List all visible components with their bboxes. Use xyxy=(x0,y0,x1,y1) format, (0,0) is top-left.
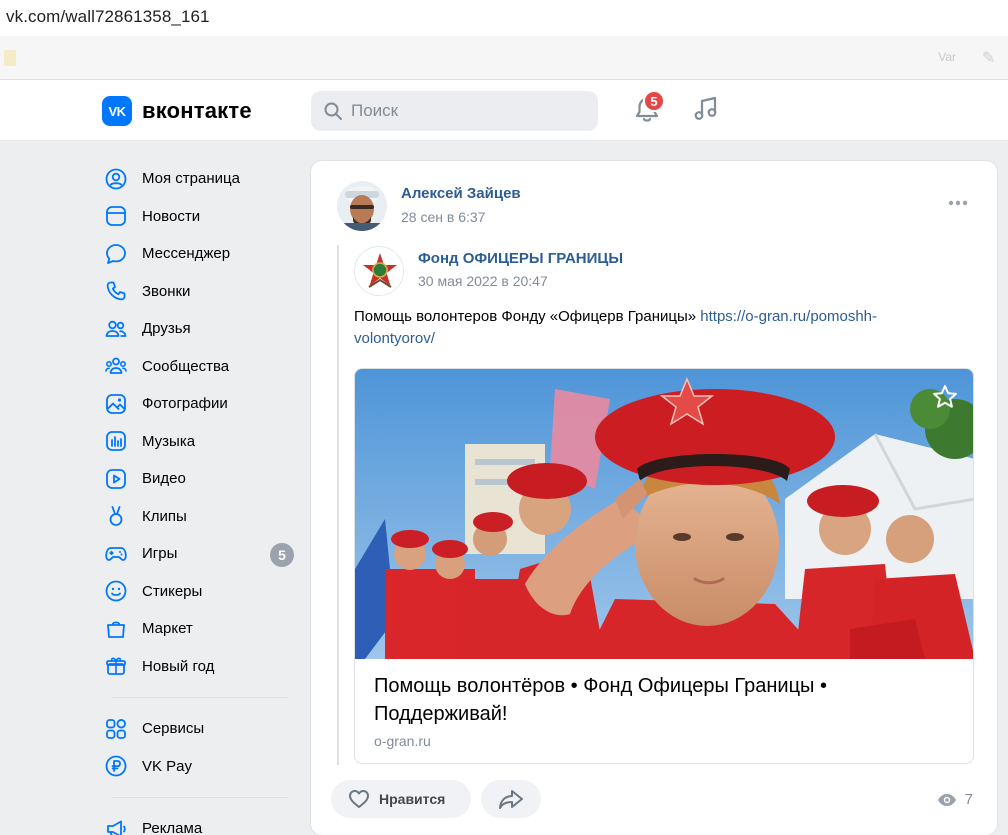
sidebar-item-label: VK Pay xyxy=(142,757,193,775)
search-icon xyxy=(324,102,342,120)
url-text[interactable]: vk.com/wall72861358_161 xyxy=(6,7,210,27)
sidebar-item-clips[interactable]: Клипы xyxy=(100,498,296,536)
user-circle-icon xyxy=(105,168,127,190)
services-icon xyxy=(106,718,126,739)
heart-icon xyxy=(349,790,369,808)
search-box[interactable] xyxy=(311,91,598,131)
sidebar-divider xyxy=(112,797,288,798)
sidebar-divider xyxy=(112,697,288,698)
left-sidebar-menu: Моя страница Новости Мессенджер Звонки Д… xyxy=(100,160,296,835)
sidebar-item-new-year[interactable]: Новый год xyxy=(100,648,296,686)
sidebar-item-my-page[interactable]: Моя страница xyxy=(100,160,296,198)
bookmark-star-icon[interactable] xyxy=(931,383,959,411)
share-arrow-icon xyxy=(499,790,523,809)
stickers-icon xyxy=(105,580,127,602)
megaphone-icon xyxy=(107,820,126,835)
author-avatar[interactable] xyxy=(337,181,387,231)
views-counter: 7 xyxy=(937,791,973,808)
repost-indicator-line xyxy=(337,245,339,765)
sidebar-item-label: Новости xyxy=(142,207,201,225)
views-count: 7 xyxy=(964,791,973,808)
attachment-domain: o-gran.ru xyxy=(374,733,431,749)
link-attachment-card[interactable]: Помощь волонтёров • Фонд Офицеры Границы… xyxy=(354,368,974,764)
music-player-icon[interactable] xyxy=(692,95,720,123)
video-icon xyxy=(106,468,126,489)
clips-icon xyxy=(109,506,123,527)
sidebar-item-label: Звонки xyxy=(142,282,191,300)
notifications-badge: 5 xyxy=(643,90,665,112)
sidebar-item-label: Моя страница xyxy=(142,170,240,188)
vkpay-icon xyxy=(105,755,127,777)
sidebar-item-stickers[interactable]: Стикеры xyxy=(100,573,296,611)
group-name-link[interactable]: Фонд ОФИЦЕРЫ ГРАНИЦЫ xyxy=(418,250,623,267)
sidebar-item-friends[interactable]: Друзья xyxy=(100,310,296,348)
author-name-link[interactable]: Алексей Зайцев xyxy=(401,185,521,202)
sidebar-item-photos[interactable]: Фотографии xyxy=(100,385,296,423)
vk-logo-text: вконтакте xyxy=(142,98,252,123)
more-options-icon[interactable] xyxy=(947,199,969,207)
photos-icon xyxy=(106,393,126,414)
gift-icon xyxy=(106,657,126,676)
sidebar-item-label: Игры xyxy=(142,545,178,563)
sidebar-item-music[interactable]: Музыка xyxy=(100,423,296,461)
attachment-title[interactable]: Помощь волонтёров • Фонд Офицеры Границы… xyxy=(374,672,954,728)
vk-logo[interactable]: VK вконтакте xyxy=(102,96,252,126)
sidebar-item-vkpay[interactable]: VK Pay xyxy=(100,748,296,786)
news-icon xyxy=(106,206,126,227)
post-text: Помощь волонтеров Фонду «Офицерв Границы… xyxy=(354,306,954,350)
browser-bookmarks-bar: Var ✎ xyxy=(0,36,1008,80)
sidebar-item-label: Сообщества xyxy=(142,357,230,375)
games-count-badge: 5 xyxy=(270,543,294,567)
sidebar-item-news[interactable]: Новости xyxy=(100,198,296,236)
vk-header: VK вконтакте 5 xyxy=(0,80,1008,141)
bookmark-folder-icon[interactable] xyxy=(4,50,16,66)
attachment-photo-cadets[interactable] xyxy=(355,369,974,659)
author-avatar-image xyxy=(337,181,387,231)
like-button[interactable]: Нравится xyxy=(331,780,471,818)
repost-date[interactable]: 30 мая 2022 в 20:47 xyxy=(418,273,548,289)
music-icon xyxy=(106,431,126,452)
vk-logo-icon: VK xyxy=(102,96,132,126)
market-icon xyxy=(107,621,125,638)
sidebar-item-label: Друзья xyxy=(142,320,191,338)
sidebar-item-label: Видео xyxy=(142,470,186,488)
search-input[interactable] xyxy=(351,101,591,121)
group-emblem-icon xyxy=(355,247,403,295)
message-icon xyxy=(106,243,126,264)
share-button[interactable] xyxy=(481,780,541,818)
sidebar-item-label: Фотографии xyxy=(142,395,228,413)
post-text-body: Помощь волонтеров Фонду «Офицерв Границы… xyxy=(354,308,701,325)
sidebar-item-services[interactable]: Сервисы xyxy=(100,710,296,748)
like-label: Нравится xyxy=(379,791,446,807)
bookmark-faint-label[interactable]: Var xyxy=(938,50,956,64)
sidebar-item-messenger[interactable]: Мессенджер xyxy=(100,235,296,273)
eye-icon xyxy=(937,793,956,806)
sidebar-item-label: Новый год xyxy=(142,657,215,675)
post-date[interactable]: 28 сен в 6:37 xyxy=(401,209,485,225)
sidebar-item-calls[interactable]: Звонки xyxy=(100,273,296,311)
sidebar-item-ads[interactable]: Реклама xyxy=(100,810,296,835)
sidebar-item-market[interactable]: Маркет xyxy=(100,610,296,648)
sidebar-item-label: Мессенджер xyxy=(142,245,231,263)
browser-address-bar[interactable]: vk.com/wall72861358_161 xyxy=(0,0,1008,36)
sidebar-item-games[interactable]: Игры 5 xyxy=(100,535,296,573)
edit-icon[interactable]: ✎ xyxy=(982,48,996,67)
sidebar-item-label: Реклама xyxy=(142,820,203,835)
wall-post-card: Алексей Зайцев 28 сен в 6:37 Фонд ОФИЦЕР… xyxy=(310,160,998,835)
sidebar-item-label: Музыка xyxy=(142,432,196,450)
friends-icon xyxy=(105,320,127,337)
group-avatar[interactable] xyxy=(354,246,404,296)
sidebar-item-communities[interactable]: Сообщества xyxy=(100,348,296,386)
communities-icon xyxy=(105,357,127,375)
sidebar-item-label: Сервисы xyxy=(142,720,205,738)
phone-icon xyxy=(106,281,126,301)
sidebar-item-label: Маркет xyxy=(142,620,193,638)
games-icon xyxy=(105,546,127,561)
sidebar-item-label: Стикеры xyxy=(142,582,203,600)
sidebar-item-label: Клипы xyxy=(142,507,187,525)
sidebar-item-video[interactable]: Видео xyxy=(100,460,296,498)
